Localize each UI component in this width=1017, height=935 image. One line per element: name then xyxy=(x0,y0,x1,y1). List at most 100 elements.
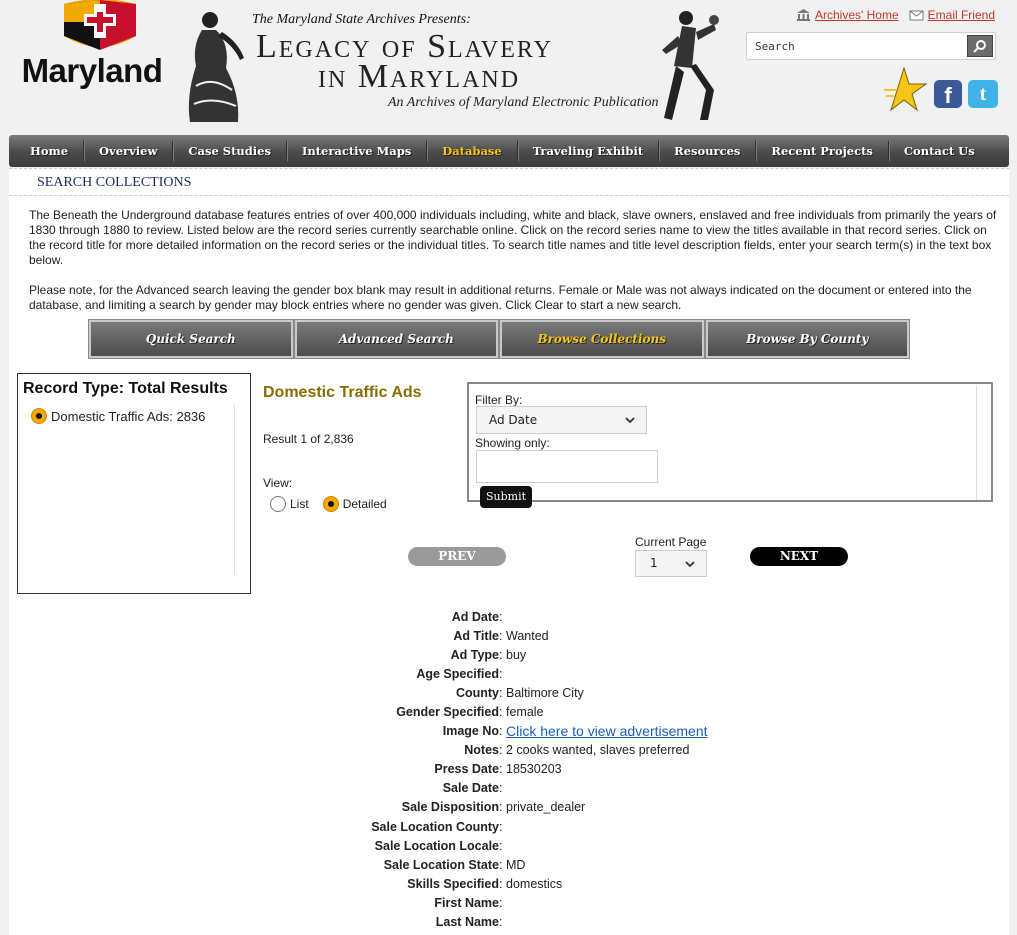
record-field-label: Gender Specified xyxy=(396,705,499,720)
record-row: Last Name: xyxy=(9,913,1009,932)
view-list-radio[interactable] xyxy=(270,496,286,512)
result-count: Result 1 of 2,836 xyxy=(263,432,354,446)
next-button[interactable]: NEXT xyxy=(750,547,848,566)
nav-recent-projects[interactable]: Recent Projects xyxy=(756,141,889,161)
building-icon xyxy=(796,9,810,21)
search-button[interactable] xyxy=(967,35,993,57)
record-row: Sale Disposition: private_dealer xyxy=(9,798,1009,817)
record-field-value: 2 cooks wanted, slaves preferred xyxy=(506,743,690,758)
record-type-panel: Record Type: Total Results Domestic Traf… xyxy=(17,373,251,594)
view-label: View: xyxy=(263,476,293,490)
nav-case-studies[interactable]: Case Studies xyxy=(173,141,287,161)
nav-resources[interactable]: Resources xyxy=(659,141,757,161)
site-banner[interactable]: The Maryland State Archives Presents: Le… xyxy=(182,6,722,124)
maryland-flag-icon xyxy=(64,0,136,50)
record-field-label: Sale Location County xyxy=(371,819,499,834)
record-field-value: 18530203 xyxy=(506,762,562,777)
record-row: Image No: Click here to view advertisemen… xyxy=(9,722,1009,741)
record-row: Ad Type: buy xyxy=(9,646,1009,665)
tab-quick-search[interactable]: Quick Search xyxy=(88,319,294,359)
maryland-logo[interactable]: Maryland xyxy=(16,0,168,90)
record-row: Age Specified: xyxy=(9,665,1009,684)
nav-database[interactable]: Database xyxy=(427,141,518,161)
archives-home-label: Archives' Home xyxy=(814,8,899,22)
record-type-header: Record Type: Total Results xyxy=(23,380,228,397)
record-field-label: Ad Type xyxy=(450,648,499,663)
record-field-label: Last Name xyxy=(435,914,499,929)
record-field-label: Press Date xyxy=(434,762,499,777)
record-field-label: Sale Location Locale xyxy=(374,838,499,853)
record-type-scrollbar[interactable] xyxy=(234,404,240,574)
main-content: SEARCH COLLECTIONS The Beneath the Under… xyxy=(9,168,1009,935)
record-field-value: Wanted xyxy=(506,629,549,644)
envelope-icon xyxy=(909,10,924,21)
twitter-icon[interactable]: t xyxy=(968,80,998,108)
record-detail: Ad Date: Ad Title: Wanted Ad Type: buy Age… xyxy=(9,608,1009,932)
current-page-value: 1 xyxy=(650,556,658,570)
intro-paragraph-1: The Beneath the Underground database fea… xyxy=(29,208,997,267)
showing-only-label: Showing only: xyxy=(475,436,550,450)
main-nav: Home Overview Case Studies Interactive M… xyxy=(9,135,1009,167)
nav-overview[interactable]: Overview xyxy=(84,141,174,161)
tab-advanced-search[interactable]: Advanced Search xyxy=(293,319,499,359)
record-row: Sale Location State: MD xyxy=(9,856,1009,875)
current-page-select[interactable]: 1 xyxy=(635,550,707,577)
record-row: Notes:2 cooks wanted, slaves preferred xyxy=(9,741,1009,760)
record-type-option[interactable]: Domestic Traffic Ads: 2836 xyxy=(31,408,205,424)
record-field-label: Age Specified xyxy=(416,667,499,682)
record-field-label: Sale Location State xyxy=(383,857,499,872)
top-links: Archives' Home Email Friend xyxy=(796,8,995,22)
record-row: Ad Date: xyxy=(9,608,1009,627)
record-type-option-label: Domestic Traffic Ads: 2836 xyxy=(51,408,206,424)
view-detailed-radio[interactable] xyxy=(322,496,339,512)
chevron-down-icon xyxy=(625,417,635,424)
chevron-down-icon xyxy=(685,561,695,568)
filter-by-value: Ad Date xyxy=(489,413,538,427)
filter-by-select[interactable]: Ad Date xyxy=(476,406,647,434)
record-field-value: buy xyxy=(506,648,527,663)
banner-subtitle: An Archives of Maryland Electronic Publi… xyxy=(388,95,659,110)
runner-figure-illustration xyxy=(662,11,719,120)
record-row: County: Baltimore City xyxy=(9,684,1009,703)
collection-title: Domestic Traffic Ads xyxy=(263,384,422,401)
intro-paragraph-2: Please note, for the Advanced search lea… xyxy=(29,283,972,312)
record-field-value: female xyxy=(506,705,544,720)
showing-only-select[interactable] xyxy=(476,450,658,483)
view-advertisement-link[interactable]: Click here to view advertisement xyxy=(506,723,708,739)
intro-text: The Beneath the Underground database fea… xyxy=(29,208,1001,328)
view-options: List Detailed xyxy=(270,496,387,512)
logo-wordmark: Maryland xyxy=(21,52,163,89)
record-field-label: County xyxy=(455,686,499,701)
tab-browse-collections[interactable]: Browse Collections xyxy=(499,319,705,359)
prev-button[interactable]: PREV xyxy=(408,547,506,566)
record-row: Gender Specified: female xyxy=(9,703,1009,722)
nav-home[interactable]: Home xyxy=(15,141,85,161)
record-row: Ad Title: Wanted xyxy=(9,627,1009,646)
record-field-label: Sale Date xyxy=(442,781,499,796)
page-title: SEARCH COLLECTIONS xyxy=(9,168,1009,196)
banner-title-line2: in Maryland xyxy=(318,58,521,95)
record-field-label: Sale Disposition xyxy=(401,800,499,815)
facebook-icon[interactable]: f xyxy=(934,80,962,108)
filter-panel-inner: Filter By: Ad Date Showing only: xyxy=(471,386,977,500)
search-tabs: Quick Search Advanced Search Browse Coll… xyxy=(88,319,910,359)
record-field-label: Image No xyxy=(442,724,499,739)
record-row: Press Date:18530203 xyxy=(9,760,1009,779)
star-icon[interactable] xyxy=(882,66,930,114)
nav-interactive-maps[interactable]: Interactive Maps xyxy=(287,141,428,161)
record-field-label: Ad Title xyxy=(453,629,499,644)
nav-traveling-exhibit[interactable]: Traveling Exhibit xyxy=(518,141,660,161)
filter-panel: Filter By: Ad Date Showing only: Submit xyxy=(467,382,993,508)
record-row: Skills Specified: domestics xyxy=(9,875,1009,894)
archives-home-link[interactable]: Archives' Home xyxy=(796,8,899,22)
tab-browse-by-county[interactable]: Browse By County xyxy=(704,319,910,359)
nav-contact-us[interactable]: Contact Us xyxy=(889,141,990,161)
view-list-label: List xyxy=(290,497,309,511)
email-friend-link[interactable]: Email Friend xyxy=(909,8,995,22)
filter-by-label: Filter By: xyxy=(475,393,523,407)
submit-button[interactable]: Submit xyxy=(480,486,532,508)
record-row: Sale Location County: xyxy=(9,818,1009,837)
search-input[interactable] xyxy=(753,37,963,55)
record-type-radio[interactable] xyxy=(31,408,47,424)
social-links: f t xyxy=(880,66,1000,118)
